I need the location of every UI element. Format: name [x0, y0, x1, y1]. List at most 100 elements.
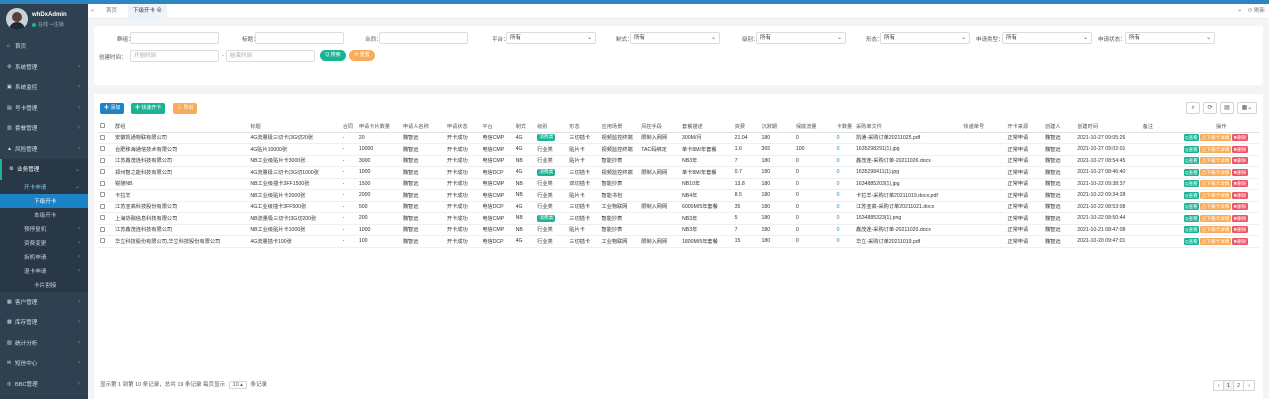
row-checkbox[interactable] [98, 178, 113, 190]
column-header[interactable]: 资费 [732, 121, 760, 133]
view-button[interactable]: Q查看 [1183, 203, 1200, 211]
column-header[interactable]: 创建时间 [1075, 121, 1141, 133]
page-1-button[interactable]: 1 [1224, 381, 1234, 390]
delete-button[interactable]: ✖删除 [1231, 226, 1248, 234]
delete-button[interactable]: ✖删除 [1231, 203, 1248, 211]
download-detail-button[interactable]: ⚠下载卡详情 [1200, 168, 1231, 176]
row-checkbox[interactable] [98, 236, 113, 248]
table-row[interactable]: 上海协融信息科技有限公司 NB流量极三切卡(3G切200张 - 200 魏智远 开卡成功 电… [98, 213, 1259, 225]
row-checkbox[interactable] [98, 144, 113, 156]
table-row[interactable]: 江苏亚高科技股份有限公司 4G工业级插卡3FF500张 - 500 魏智远 开卡成功 电信D… [98, 201, 1259, 213]
subnav-apply[interactable]: 开卡申请 ⌄ [0, 179, 88, 194]
sidebar-item-inventory[interactable]: ▩ 库存管理 ‹ [0, 312, 88, 333]
table-row[interactable]: 江苏鑫茂连科技有限公司 NB工业级贴片卡1000张 - 1000 魏智远 开卡成功 电信CM… [98, 224, 1259, 236]
column-header[interactable]: 级别 [535, 121, 568, 133]
column-header[interactable]: 采购单文件 [853, 121, 962, 133]
delete-button[interactable]: ✖删除 [1231, 191, 1248, 199]
table-row[interactable]: 郑州智之能科技有限公司 4G流量极三切卡(3G切1000张 - 1000 魏智远 开卡成功… [98, 167, 1259, 179]
sidebar-item-home[interactable]: ⌂ 首页 [0, 36, 88, 57]
subnav-self-open[interactable]: 本级开卡 [0, 207, 88, 222]
download-detail-button[interactable]: ⚠下载卡详情 [1200, 191, 1231, 199]
column-header[interactable]: 沉默期 [759, 121, 794, 133]
purchase-file-link[interactable]: 0 [835, 213, 854, 225]
delete-button[interactable]: ✖删除 [1231, 157, 1248, 165]
quick-open-button[interactable]: ✚ 快速开卡 [131, 103, 166, 114]
sidebar-item-packages[interactable]: ▥ 套餐管理 ‹ [0, 118, 88, 139]
logout-link[interactable]: 注销 [54, 22, 64, 28]
column-header[interactable]: 保底流量 [793, 121, 835, 133]
sidebar-item-sms[interactable]: ✉ 短信中心 ‹ [0, 353, 88, 374]
subnav-remove[interactable]: 拆机申请 ‹ [0, 249, 88, 264]
subnav-suspend[interactable]: 预停复机 ‹ [0, 221, 88, 236]
table-row[interactable]: 卡拉羊 NB工业级贴片卡2000张 - 2000 魏智远 开卡成功 电信CMP NB 行业类 贴片… [98, 190, 1259, 202]
refresh-button[interactable]: ⟳ 刷新 [1248, 4, 1265, 19]
prev-page-button[interactable]: ‹ [1214, 381, 1224, 390]
tab-home[interactable]: 首页 [106, 4, 117, 19]
tab-scroll-left-icon[interactable]: « [91, 4, 94, 19]
row-checkbox[interactable] [98, 201, 113, 213]
column-header[interactable]: 快递单号 [961, 121, 1006, 133]
download-detail-button[interactable]: ⚠下载卡详情 [1200, 134, 1231, 142]
purchase-file-link[interactable]: 0 [835, 201, 854, 213]
download-detail-button[interactable]: ⚠下载卡详情 [1200, 145, 1231, 153]
start-time-input[interactable]: 开始时间 [130, 50, 219, 62]
view-button[interactable]: Q查看 [1183, 168, 1200, 176]
refresh-icon[interactable]: ⟳ [1203, 102, 1217, 114]
sidebar-item-monitor[interactable]: ▣ 系统监控 ‹ [0, 77, 88, 98]
purchase-file-link[interactable]: 0 [835, 132, 854, 144]
table-row[interactable]: 安徽凯通物联有限公司 4G流量极三切卡(3G切20张 - 20 魏智远 开卡成功 电信CMP… [98, 132, 1259, 144]
row-checkbox[interactable] [98, 132, 113, 144]
view-button[interactable]: Q查看 [1183, 145, 1200, 153]
apply-status-select[interactable]: 所有 ⌄ [1125, 32, 1215, 44]
view-button[interactable]: Q查看 [1183, 226, 1200, 234]
purchase-file-link[interactable]: 0 [835, 144, 854, 156]
column-header[interactable]: 风控手段 [639, 121, 681, 133]
format-select[interactable]: 所有 ⌄ [630, 32, 720, 44]
column-header[interactable]: 套餐描述 [680, 121, 733, 133]
download-detail-button[interactable]: ⚠下载卡详情 [1200, 226, 1231, 234]
row-checkbox[interactable] [98, 190, 113, 202]
avatar[interactable] [6, 8, 28, 30]
search-button[interactable]: Q 搜索 [320, 50, 346, 61]
tab-scroll-right-icon[interactable]: » [1238, 4, 1241, 19]
table-row[interactable]: 锐驰NB NB工业级插卡3FF1500张 - 1500 魏智远 开卡成功 电信CMP NB 行业… [98, 178, 1259, 190]
table-row[interactable]: 华立科技股份有限公司,华立科技股份有限公司 4G流量插卡100张 - 100 魏智远 开卡… [98, 236, 1259, 248]
purchase-file-link[interactable]: 0 [835, 155, 854, 167]
columns-icon[interactable]: ▦⌄ [1237, 102, 1257, 114]
sidebar-item-customers[interactable]: ▦ 客户管理 ‹ [0, 292, 88, 313]
purchase-file-link[interactable]: 0 [835, 190, 854, 202]
download-detail-button[interactable]: ⚠下载卡详情 [1200, 157, 1231, 165]
reset-button[interactable]: ⟳ 重置 [349, 50, 375, 61]
column-header[interactable]: 申请卡片数量 [356, 121, 401, 133]
group-input[interactable] [130, 32, 219, 44]
next-page-button[interactable]: › [1244, 381, 1254, 390]
delete-button[interactable]: ✖删除 [1231, 145, 1248, 153]
download-detail-button[interactable]: ⚠下载卡详情 [1200, 180, 1231, 188]
subnav-sub-open[interactable]: 下级开卡 [0, 193, 88, 208]
download-detail-button[interactable]: ⚠下载卡详情 [1200, 214, 1231, 222]
subnav-tariff[interactable]: 资费变更 ‹ [0, 235, 88, 250]
view-button[interactable]: Q查看 [1183, 157, 1200, 165]
platform-select[interactable]: 所有 ⌄ [506, 32, 596, 44]
view-button[interactable]: Q查看 [1183, 180, 1200, 188]
delete-button[interactable]: ✖删除 [1231, 180, 1248, 188]
table-row[interactable]: 合肥移海通信技术有限公司 4G贴片10000张 - 10000 魏智远 开卡成功 电信CMP… [98, 144, 1259, 156]
column-header[interactable]: 备注 [1140, 121, 1182, 133]
column-header[interactable]: 平台 [480, 121, 514, 133]
column-header[interactable]: 标题 [248, 121, 341, 133]
delete-button[interactable]: ✖删除 [1231, 237, 1248, 245]
row-checkbox[interactable] [98, 213, 113, 225]
purchase-file-link[interactable]: 0 [835, 236, 854, 248]
view-button[interactable]: Q查看 [1183, 191, 1200, 199]
select-all-checkbox[interactable] [98, 121, 114, 133]
level-select[interactable]: 所有 ⌄ [756, 32, 846, 44]
form-select[interactable]: 所有 ⌄ [880, 32, 970, 44]
title-input[interactable] [255, 32, 344, 44]
row-checkbox[interactable] [98, 155, 113, 167]
sidebar-item-business[interactable]: ⚙ 业务管理 ⌄ [0, 159, 88, 180]
column-header[interactable]: 群组 [113, 121, 249, 133]
column-header[interactable]: 制式 [513, 121, 536, 133]
add-button[interactable]: ✚ 添加 [100, 103, 125, 114]
view-button[interactable]: Q查看 [1183, 237, 1200, 245]
purchase-file-link[interactable]: 0 [835, 167, 854, 179]
